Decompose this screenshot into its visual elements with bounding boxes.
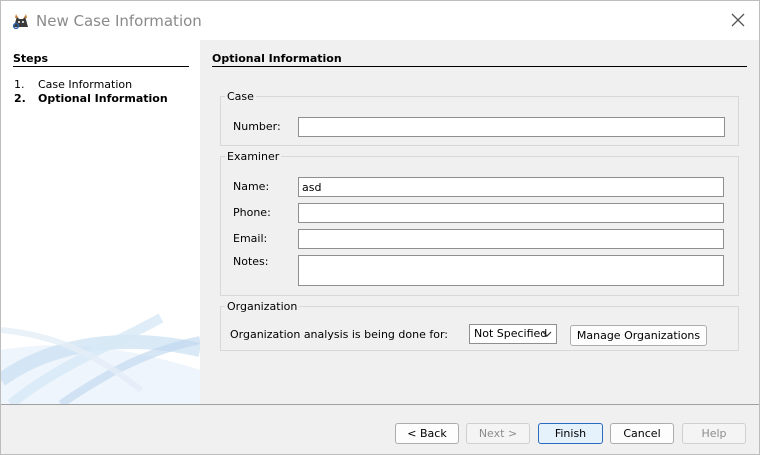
- notes-field[interactable]: [298, 255, 724, 286]
- phone-label: Phone:: [233, 206, 271, 219]
- close-icon[interactable]: [729, 11, 747, 29]
- help-button[interactable]: Help: [682, 423, 746, 444]
- number-field[interactable]: [298, 117, 725, 137]
- steps-panel: Steps 1. Case Information 2. Optional Info…: [1, 40, 200, 404]
- next-button[interactable]: Next >: [466, 423, 530, 444]
- steps-heading: Steps: [13, 52, 49, 65]
- organization-group-label: Organization: [225, 300, 300, 313]
- email-field[interactable]: [298, 229, 724, 249]
- dialog-window: New Case Information Steps 1. Case Inform…: [0, 0, 760, 455]
- email-label: Email:: [233, 232, 268, 245]
- title-bar: New Case Information: [1, 1, 759, 40]
- step-label: Case Information: [38, 78, 133, 91]
- back-button[interactable]: < Back: [395, 423, 459, 444]
- panel-divider: [212, 66, 747, 67]
- notes-label: Notes:: [233, 255, 269, 268]
- step-number: 2.: [14, 92, 26, 105]
- examiner-group-label: Examiner: [225, 150, 282, 163]
- manage-organizations-button[interactable]: Manage Organizations: [570, 325, 707, 346]
- number-label: Number:: [233, 120, 281, 133]
- panel-title: Optional Information: [212, 52, 342, 65]
- organization-selected-value: Not Specified: [474, 327, 548, 340]
- organization-select[interactable]: Not Specified: [469, 324, 557, 344]
- step-item-optional-information: 2. Optional Information: [14, 92, 168, 105]
- autopsy-dog-icon: [12, 14, 28, 30]
- step-item-case-information: 1. Case Information: [14, 78, 132, 91]
- organization-prompt: Organization analysis is being done for:: [230, 328, 448, 341]
- chevron-down-icon: [542, 331, 552, 337]
- steps-divider: [13, 66, 189, 67]
- content-panel: Optional Information Case Number: Examin…: [201, 40, 759, 404]
- name-label: Name:: [233, 180, 270, 193]
- step-label: Optional Information: [38, 92, 168, 105]
- decorative-swoosh: [1, 313, 200, 404]
- window-title: New Case Information: [36, 12, 202, 30]
- footer-divider: [1, 404, 759, 405]
- finish-button[interactable]: Finish: [538, 423, 603, 444]
- name-field[interactable]: [298, 177, 724, 197]
- step-number: 1.: [14, 78, 25, 91]
- phone-field[interactable]: [298, 203, 724, 223]
- cancel-button[interactable]: Cancel: [610, 423, 674, 444]
- case-group-label: Case: [225, 90, 256, 103]
